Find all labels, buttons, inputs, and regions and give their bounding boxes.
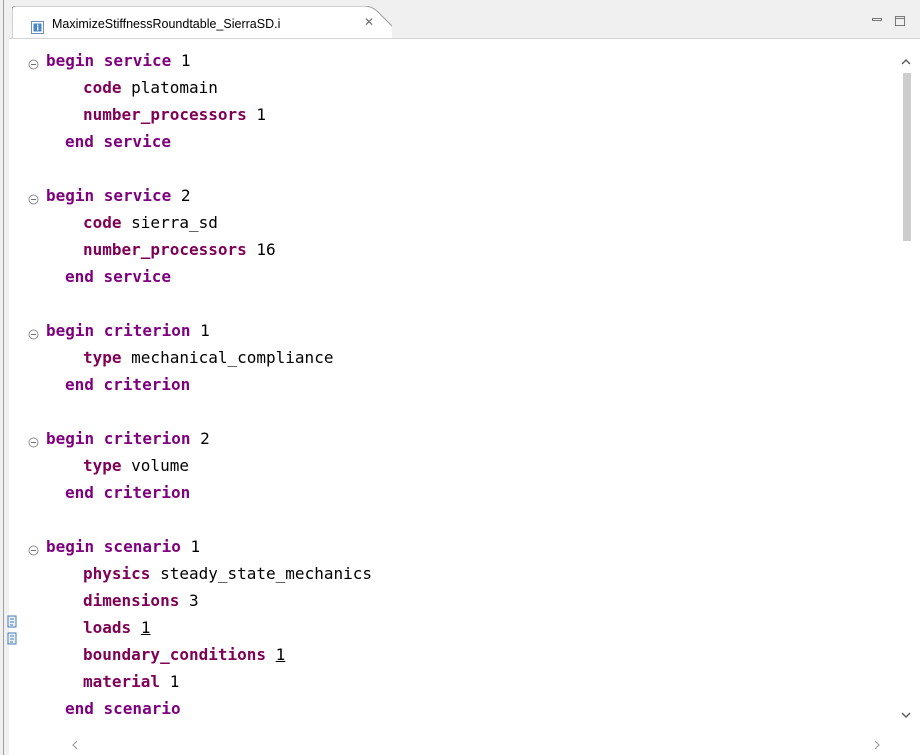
fold-collapse-icon[interactable]: [28, 190, 39, 205]
parameter-value: 3: [179, 591, 199, 610]
editor-window: MaximizeStiffnessRoundtable_SierraSD.i ✕…: [0, 0, 920, 755]
code-line[interactable]: loads 1: [83, 614, 150, 641]
code-line[interactable]: code platomain: [83, 74, 218, 101]
window-border: [3, 0, 4, 755]
code-line[interactable]: boundary_conditions 1: [83, 641, 285, 668]
code-line[interactable]: physics steady_state_mechanics: [83, 560, 372, 587]
begin-keyword: begin criterion: [46, 429, 191, 448]
parameter-keyword: type: [83, 456, 122, 475]
code-line-begin[interactable]: begin criterion 1: [46, 317, 210, 344]
end-keyword: end service: [65, 267, 171, 286]
parameter-keyword: loads: [83, 618, 132, 637]
parameter-value: platomain: [121, 78, 218, 97]
parameter-value: mechanical_compliance: [121, 348, 334, 367]
scroll-left-icon[interactable]: [69, 736, 81, 750]
code-area[interactable]: begin service 1 code platomain number_proc…: [45, 39, 886, 729]
code-line[interactable]: dimensions 3: [83, 587, 199, 614]
begin-keyword: begin service: [46, 51, 172, 70]
parameter-value-link[interactable]: 1: [141, 618, 151, 637]
fold-collapse-icon[interactable]: [28, 433, 39, 448]
parameter-keyword: material: [83, 672, 161, 691]
parameter-value: 1: [160, 672, 180, 691]
scroll-down-icon[interactable]: [900, 706, 912, 719]
parameter-spacer: [266, 645, 276, 664]
minimize-icon[interactable]: [870, 13, 884, 27]
begin-argument: 2: [171, 186, 191, 205]
parameter-value: volume: [121, 456, 189, 475]
scroll-right-icon[interactable]: [871, 736, 883, 750]
code-line-begin[interactable]: begin criterion 2: [46, 425, 210, 452]
code-line[interactable]: material 1: [83, 668, 179, 695]
code-line-end[interactable]: end service: [65, 263, 171, 290]
begin-keyword: begin service: [46, 186, 172, 205]
scrollbar-corner: [891, 728, 920, 755]
maximize-icon[interactable]: [893, 13, 907, 27]
overview-marker-icon[interactable]: [7, 630, 18, 645]
parameter-value-link[interactable]: 1: [276, 645, 286, 664]
code-line-end[interactable]: end service: [65, 128, 171, 155]
code-line-begin[interactable]: begin service 2: [46, 182, 191, 209]
scroll-up-icon[interactable]: [900, 53, 912, 65]
parameter-keyword: code: [83, 213, 122, 232]
fold-collapse-icon[interactable]: [28, 325, 39, 340]
code-line-begin[interactable]: begin service 1: [46, 47, 191, 74]
horizontal-scrollbar[interactable]: [45, 728, 891, 755]
fold-collapse-icon[interactable]: [28, 55, 39, 70]
code-line[interactable]: type volume: [83, 452, 189, 479]
code-line-end[interactable]: end scenario: [65, 695, 181, 722]
code-line-end[interactable]: end criterion: [65, 371, 190, 398]
begin-argument: 1: [171, 51, 191, 70]
tab-title: MaximizeStiffnessRoundtable_SierraSD.i: [52, 17, 281, 31]
parameter-keyword: physics: [83, 564, 151, 583]
begin-keyword: begin scenario: [46, 537, 181, 556]
editor-tab[interactable]: MaximizeStiffnessRoundtable_SierraSD.i ✕: [12, 6, 392, 38]
begin-argument: 1: [190, 321, 210, 340]
text-editor[interactable]: begin service 1 code platomain number_proc…: [7, 38, 920, 755]
parameter-keyword: boundary_conditions: [83, 645, 267, 664]
close-icon[interactable]: ✕: [362, 15, 376, 29]
parameter-keyword: dimensions: [83, 591, 180, 610]
vertical-scroll-thumb[interactable]: [903, 73, 911, 241]
end-keyword: end criterion: [65, 375, 191, 394]
begin-argument: 1: [180, 537, 201, 556]
code-line-begin[interactable]: begin scenario 1: [46, 533, 200, 560]
code-line[interactable]: type mechanical_compliance: [83, 344, 333, 371]
parameter-spacer: [131, 618, 141, 637]
begin-keyword: begin criterion: [46, 321, 191, 340]
end-keyword: end criterion: [65, 483, 191, 502]
parameter-keyword: number_processors: [83, 240, 247, 259]
parameter-value: 1: [246, 105, 267, 124]
parameter-keyword: type: [83, 348, 122, 367]
parameter-keyword: code: [83, 78, 122, 97]
editor-tab-bar: MaximizeStiffnessRoundtable_SierraSD.i ✕: [4, 0, 920, 38]
parameter-value: steady_state_mechanics: [150, 564, 372, 583]
parameter-value: sierra_sd: [121, 213, 218, 232]
code-line[interactable]: number_processors 1: [83, 101, 266, 128]
fold-collapse-icon[interactable]: [28, 541, 39, 556]
info-file-icon: [31, 19, 44, 34]
code-line-end[interactable]: end criterion: [65, 479, 190, 506]
vertical-scrollbar[interactable]: [891, 39, 920, 729]
parameter-keyword: number_processors: [83, 105, 247, 124]
parameter-value: 16: [246, 240, 276, 259]
code-line[interactable]: code sierra_sd: [83, 209, 218, 236]
end-keyword: end service: [65, 132, 171, 151]
code-line[interactable]: number_processors 16: [83, 236, 276, 263]
begin-argument: 2: [190, 429, 210, 448]
overview-marker-icon[interactable]: [7, 613, 18, 628]
end-keyword: end scenario: [65, 699, 181, 718]
